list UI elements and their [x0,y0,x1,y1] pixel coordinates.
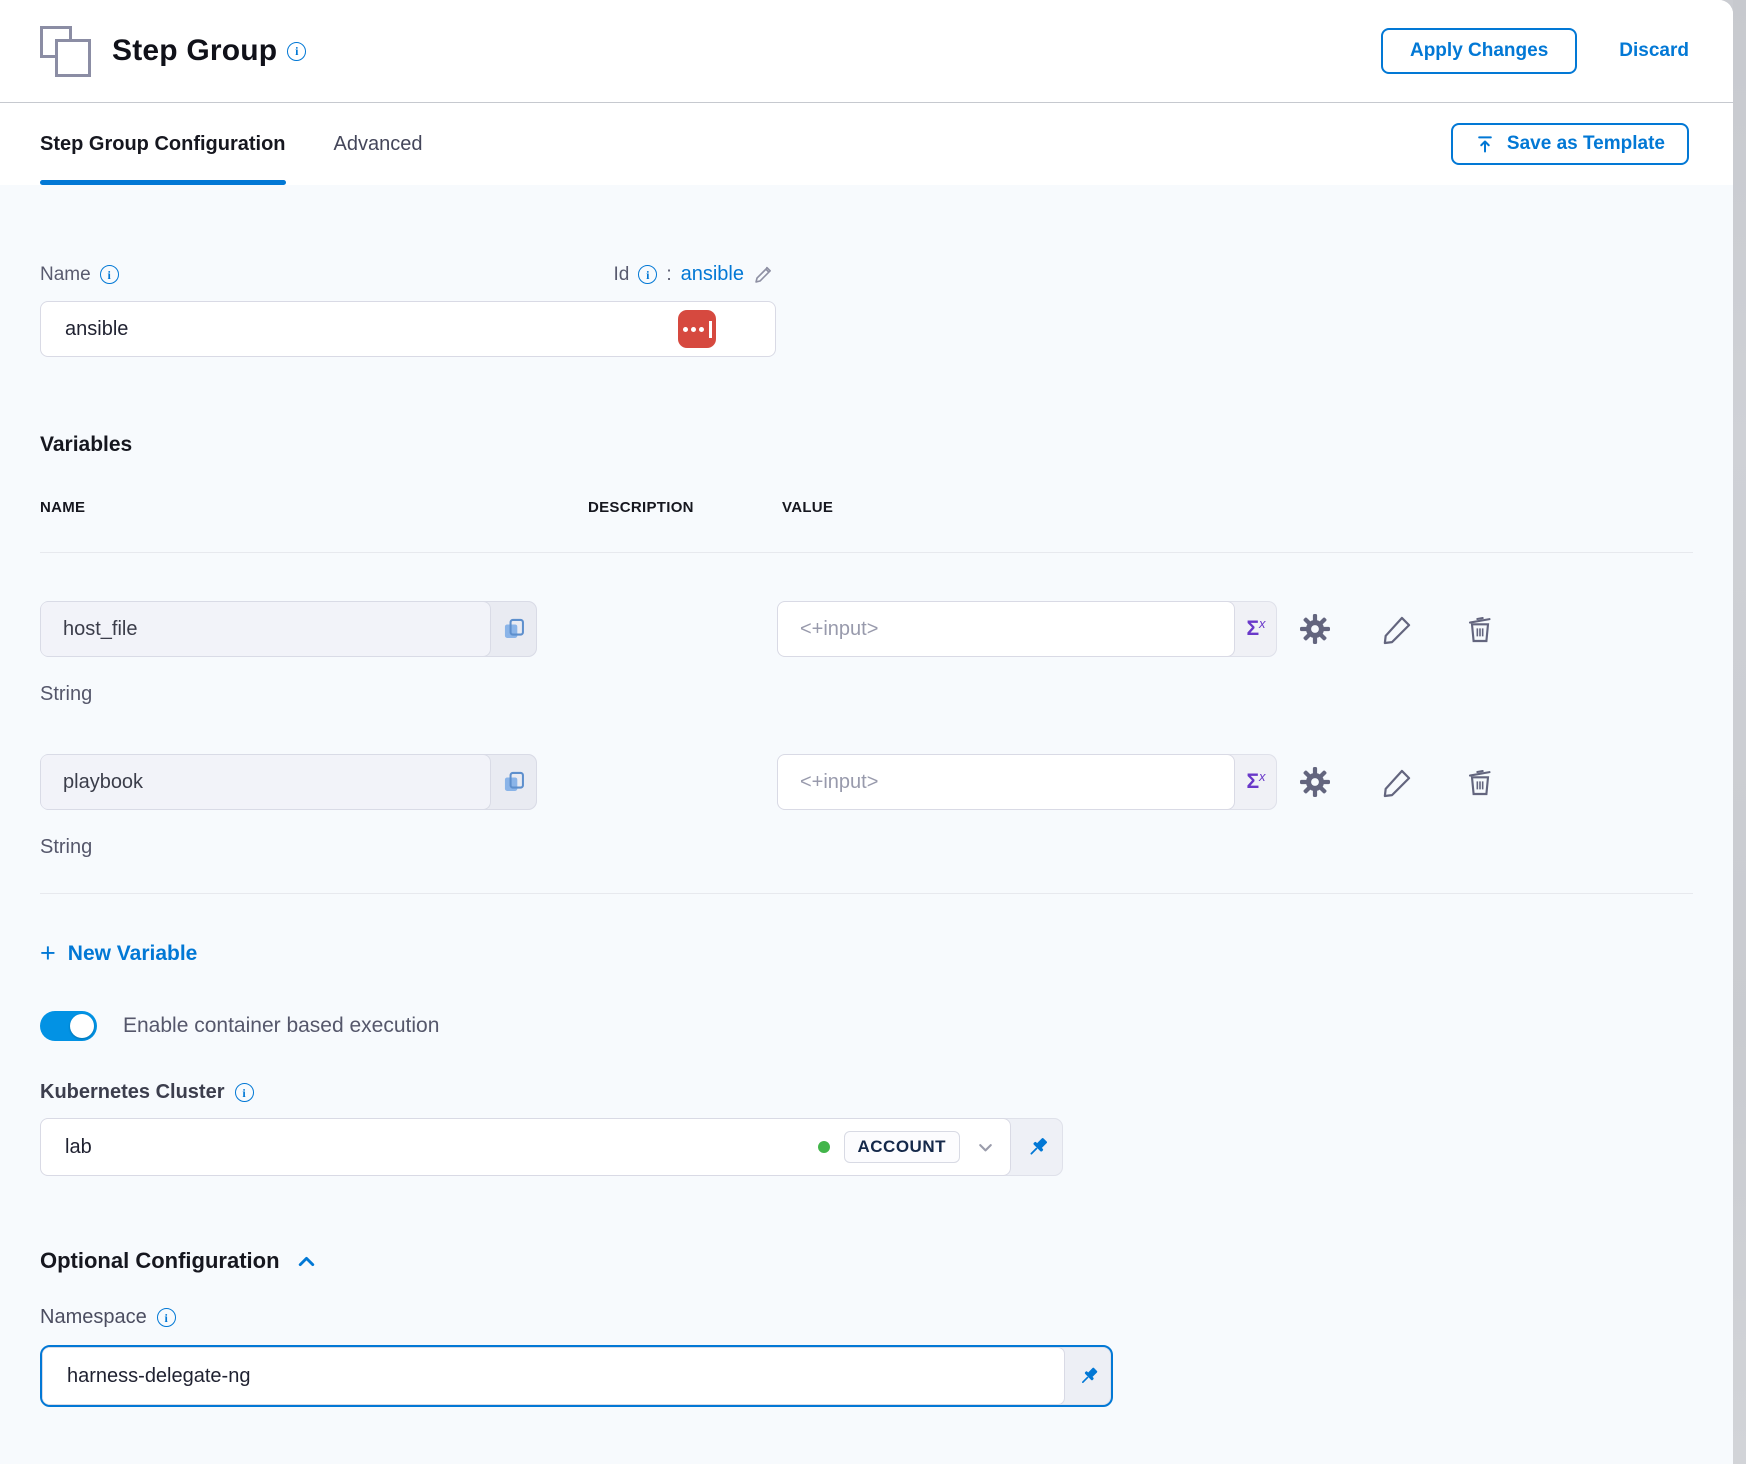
variables-title: Variables [40,433,1693,457]
page-title: Step Group [112,34,277,68]
step-group-info-icon[interactable]: i [287,42,306,61]
plus-icon: + [40,940,56,967]
upload-icon [1475,134,1495,154]
variable-name-input[interactable] [40,601,491,657]
step-group-panel: Step Group i Apply Changes Discard Step … [0,0,1733,1464]
namespace-input[interactable] [42,1347,1065,1405]
save-as-template-button[interactable]: Save as Template [1451,123,1689,165]
namespace-label-group: Namespace i [40,1306,176,1329]
variable-row: Σx [40,553,1693,706]
variable-value-input[interactable] [777,601,1235,657]
column-description: DESCRIPTION [588,499,782,516]
tab-bar: Step Group Configuration Advanced Save a… [0,103,1733,185]
id-separator: : [666,264,671,286]
name-label: Name [40,264,91,286]
pin-icon[interactable] [1065,1347,1111,1405]
tab-advanced[interactable]: Advanced [334,103,423,185]
namespace-label: Namespace [40,1306,147,1329]
configuration-form: Name i Id i : ansible Variables NAME [0,185,1733,1464]
pin-icon[interactable] [1011,1118,1063,1176]
optional-configuration-title: Optional Configuration [40,1248,280,1274]
step-group-icon [40,22,96,80]
copy-icon[interactable] [491,754,537,810]
delete-variable-icon[interactable] [1464,613,1496,645]
variable-settings-icon[interactable] [1297,611,1333,647]
kubernetes-cluster-info-icon[interactable]: i [235,1083,254,1102]
panel-header: Step Group i Apply Changes Discard [0,0,1733,103]
edit-variable-icon[interactable] [1381,613,1414,646]
variable-name-input[interactable] [40,754,491,810]
variable-settings-icon[interactable] [1297,764,1333,800]
apply-changes-button[interactable]: Apply Changes [1381,28,1577,74]
expression-icon[interactable]: Σx [1235,601,1277,657]
column-value: VALUE [782,499,1693,516]
discard-button[interactable]: Discard [1619,40,1689,62]
container-execution-label: Enable container based execution [123,1014,439,1038]
variable-name-field [40,754,537,810]
column-name: NAME [40,499,588,516]
new-variable-label: New Variable [68,942,198,966]
new-variable-button[interactable]: + New Variable [40,940,197,967]
id-info-icon[interactable]: i [638,265,657,284]
variable-value-input[interactable] [777,754,1235,810]
expression-icon[interactable]: Σx [1235,754,1277,810]
variable-name-field [40,601,537,657]
scope-badge: ACCOUNT [844,1131,961,1163]
variables-table-header: NAME DESCRIPTION VALUE [40,499,1693,516]
tab-step-group-configuration[interactable]: Step Group Configuration [40,103,286,185]
kubernetes-cluster-label-group: Kubernetes Cluster i [40,1081,254,1104]
kubernetes-cluster-field: ACCOUNT [40,1118,1063,1176]
connectivity-status-dot [818,1141,830,1153]
chevron-up-icon[interactable] [294,1249,319,1274]
name-input[interactable] [40,301,776,357]
id-value: ansible [681,263,744,286]
namespace-info-icon[interactable]: i [157,1308,176,1327]
kubernetes-cluster-label: Kubernetes Cluster [40,1081,225,1104]
edit-variable-icon[interactable] [1381,766,1414,799]
scrollbar-track[interactable] [1733,0,1746,1464]
variable-row: Σx [40,706,1693,859]
edit-id-icon[interactable] [753,263,776,286]
table-divider-bottom [40,893,1693,894]
copy-icon[interactable] [491,601,537,657]
variable-value-field: Σx [777,601,1277,657]
container-execution-toggle[interactable] [40,1011,97,1041]
password-manager-icon[interactable] [678,310,716,348]
name-info-icon[interactable]: i [100,265,119,284]
save-as-template-label: Save as Template [1507,133,1665,155]
variable-type-label: String [40,836,1693,859]
name-label-group: Name i [40,264,119,286]
variable-value-field: Σx [777,754,1277,810]
id-label: Id [613,264,629,286]
chevron-down-icon[interactable] [974,1136,997,1159]
namespace-field [40,1345,1113,1407]
variable-type-label: String [40,683,1693,706]
delete-variable-icon[interactable] [1464,766,1496,798]
